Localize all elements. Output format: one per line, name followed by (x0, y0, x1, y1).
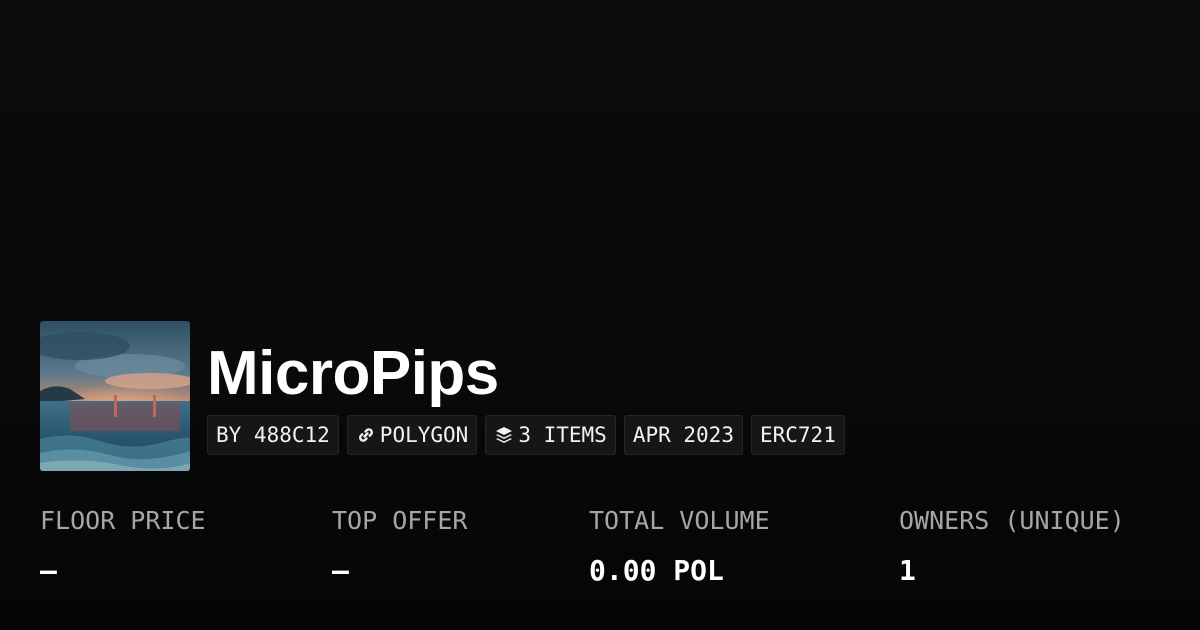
top-offer-value: – (332, 554, 349, 587)
token-standard-badge: ERC721 (750, 415, 845, 455)
chain-badge[interactable]: POLYGON (346, 415, 478, 455)
top-offer-label: TOP OFFER (332, 506, 468, 535)
creator-badge[interactable]: BY 488C12 (207, 415, 339, 455)
collection-title: MicroPips (207, 339, 499, 408)
token-standard-label: ERC721 (759, 423, 836, 447)
chain-label: POLYGON (379, 423, 469, 447)
floor-price-stat: FLOOR PRICE – (40, 505, 206, 588)
owners-value: 1 (899, 554, 916, 587)
total-volume-label: TOTAL VOLUME (589, 506, 770, 535)
title-block: MicroPips BY 488C12 POLYGON 3 ITEMS APR … (207, 321, 845, 455)
floor-price-value: – (40, 554, 57, 587)
link-icon (356, 425, 376, 445)
ocean-sunset-artwork (40, 321, 190, 471)
items-label: 3 ITEMS (518, 423, 607, 447)
creator-label: BY 488C12 (216, 423, 330, 447)
top-offer-stat: TOP OFFER – (332, 505, 467, 588)
stats-row: FLOOR PRICE – TOP OFFER – TOTAL VOLUME 0… (0, 505, 1200, 605)
floor-price-label: FLOOR PRICE (40, 506, 206, 535)
created-date-label: APR 2023 (632, 423, 734, 447)
total-volume-value: 0.00 POL (589, 554, 724, 587)
owners-stat: OWNERS (UNIQUE) 1 (899, 505, 1125, 588)
items-badge[interactable]: 3 ITEMS (485, 415, 616, 455)
layers-icon (494, 425, 514, 445)
total-volume-stat: TOTAL VOLUME 0.00 POL (589, 505, 770, 588)
collection-header: MicroPips BY 488C12 POLYGON 3 ITEMS APR … (40, 321, 845, 471)
created-date-badge: APR 2023 (623, 415, 743, 455)
badge-row: BY 488C12 POLYGON 3 ITEMS APR 2023 ERC72… (207, 415, 845, 455)
collection-thumbnail[interactable] (40, 321, 190, 471)
owners-label: OWNERS (UNIQUE) (899, 506, 1125, 535)
